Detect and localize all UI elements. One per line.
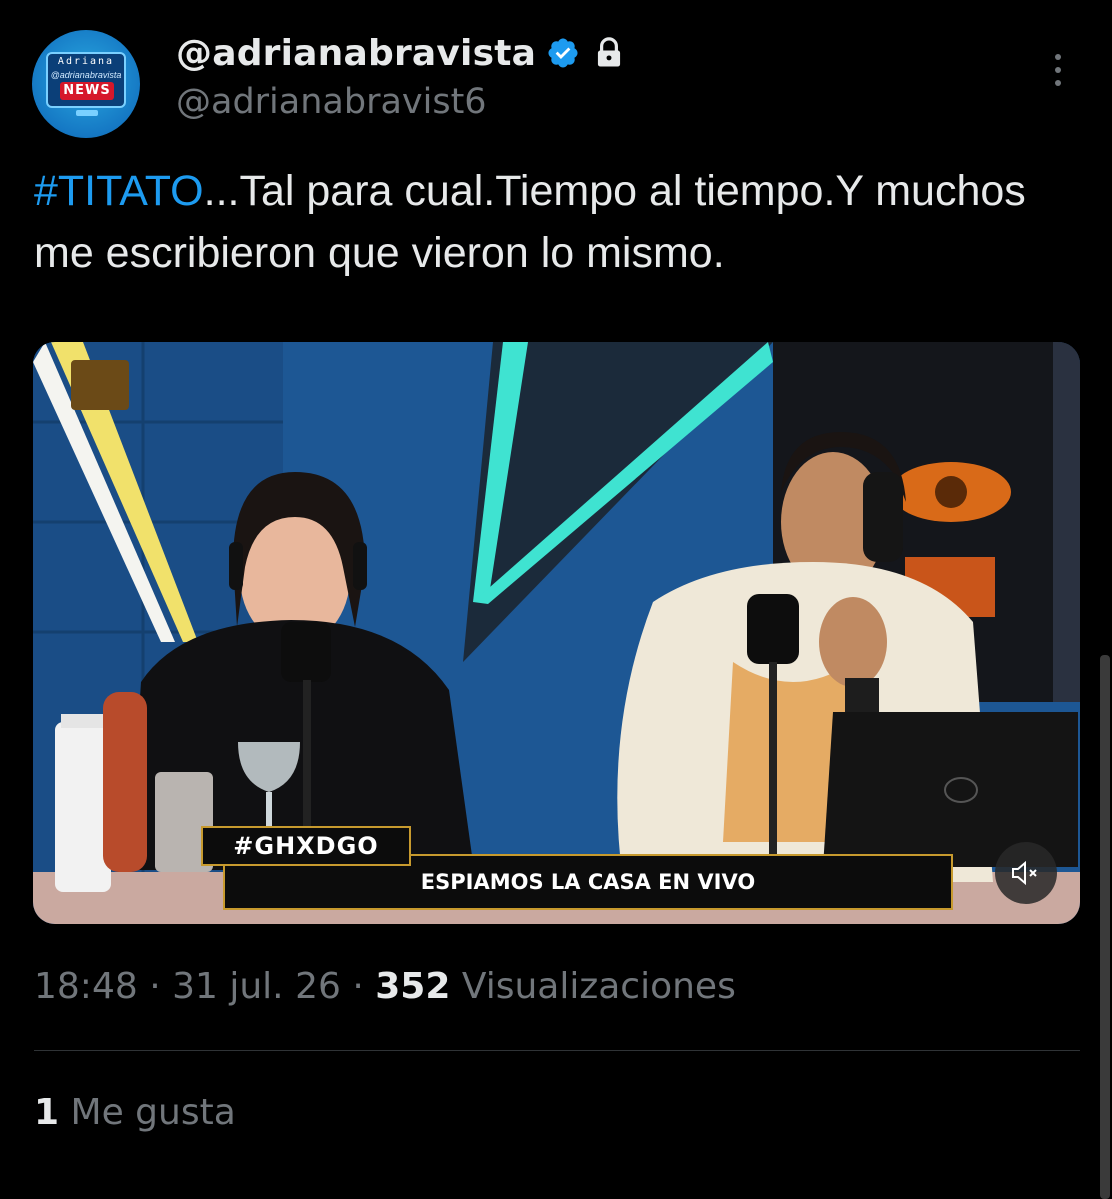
more-options-icon[interactable] bbox=[1046, 54, 1070, 98]
display-name[interactable]: @adrianabravista bbox=[176, 33, 536, 74]
avatar-mid-text: @adrianabravista bbox=[50, 70, 122, 80]
avatar-top-text: Adriana bbox=[57, 56, 115, 67]
views-count[interactable]: 352 bbox=[375, 966, 450, 1007]
tweet-text: #TITATO...Tal para cual.Tiempo al tiempo… bbox=[34, 160, 1084, 284]
hashtag-link[interactable]: #TITATO bbox=[34, 167, 204, 215]
likes-summary[interactable]: 1 Me gusta bbox=[34, 1092, 236, 1133]
avatar-tv-stand bbox=[76, 110, 98, 116]
tweet-time[interactable]: 18:48 bbox=[34, 966, 138, 1007]
views-label[interactable]: Visualizaciones bbox=[462, 966, 736, 1007]
video-frame bbox=[33, 342, 1080, 924]
volume-muted-icon bbox=[1012, 860, 1037, 886]
tweet-meta: 18:48 · 31 jul. 26 · 352 Visualizaciones bbox=[34, 966, 736, 1007]
lock-icon bbox=[598, 37, 621, 67]
tweet-date[interactable]: 31 jul. 26 bbox=[172, 966, 341, 1007]
meta-separator: · bbox=[352, 966, 364, 1007]
likes-label: Me gusta bbox=[70, 1092, 236, 1133]
divider bbox=[34, 1050, 1080, 1051]
likes-count: 1 bbox=[34, 1092, 60, 1133]
mute-button[interactable] bbox=[995, 842, 1057, 904]
avatar-news-badge: NEWS bbox=[60, 82, 114, 100]
video-player[interactable]: ESPIAMOS LA CASA EN VIVO #GHXDGO bbox=[33, 342, 1080, 924]
tweet: Adriana @adrianabravista NEWS @adrianabr… bbox=[0, 0, 1112, 1199]
author-name-row: @adrianabravista bbox=[176, 28, 624, 78]
meta-separator: · bbox=[149, 966, 161, 1007]
verified-badge-icon bbox=[548, 38, 578, 68]
scrollbar[interactable] bbox=[1100, 655, 1110, 1199]
handle[interactable]: @adrianabravist6 bbox=[176, 82, 487, 122]
avatar[interactable]: Adriana @adrianabravista NEWS bbox=[32, 30, 140, 138]
video-hashtag-tag: #GHXDGO bbox=[201, 826, 411, 866]
